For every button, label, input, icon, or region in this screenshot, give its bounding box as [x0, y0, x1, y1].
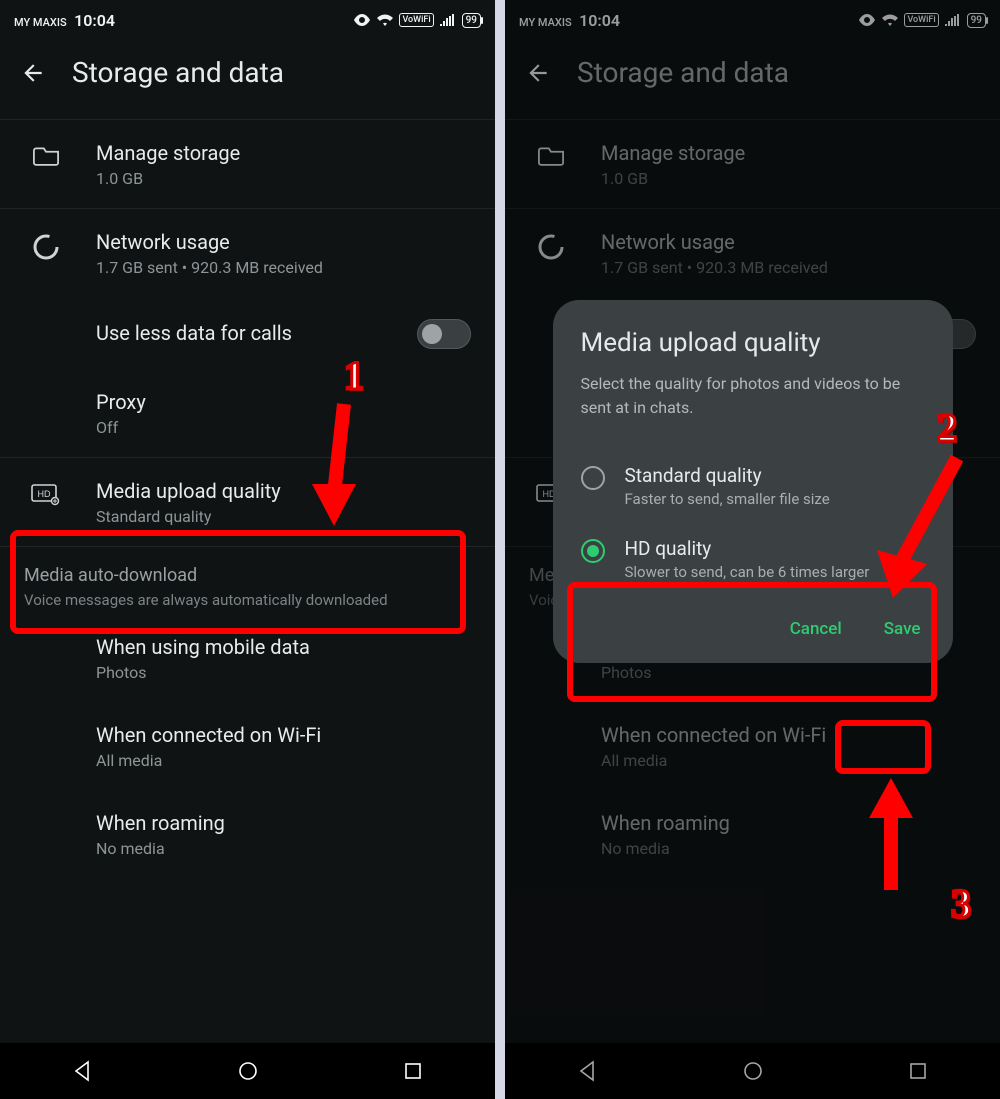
- manage-storage-title: Manage storage: [96, 140, 471, 167]
- roaming-title: When roaming: [96, 810, 471, 837]
- status-bar: MY MAXIS 10:04 VoWiFi 99: [0, 0, 495, 40]
- wifi-sub: All media: [96, 751, 471, 770]
- vowifi-badge: VoWiFi: [399, 13, 433, 27]
- phone-left: MY MAXIS 10:04 VoWiFi 99 Storage and dat…: [0, 0, 495, 1099]
- data-usage-icon: [24, 229, 68, 261]
- manage-storage-sub: 1.0 GB: [96, 169, 471, 188]
- media-quality-dialog: Media upload quality Select the quality …: [553, 300, 953, 663]
- folder-icon: [24, 140, 68, 166]
- proxy-sub: Off: [96, 418, 471, 437]
- wifi-icon: [377, 14, 393, 26]
- wifi-title: When connected on Wi-Fi: [96, 722, 471, 749]
- carrier-label: MY MAXIS: [14, 16, 67, 29]
- hd-icon: HD: [24, 478, 68, 506]
- proxy-row[interactable]: Proxy Off: [0, 369, 495, 457]
- radio-checked-icon: [581, 539, 605, 563]
- phone-right: MY MAXIS 10:04 VoWiFi 99 Storage and dat…: [505, 0, 1000, 1099]
- app-header: Storage and data: [0, 40, 495, 119]
- eye-icon: [353, 14, 371, 26]
- media-upload-sub: Standard quality: [96, 507, 471, 526]
- android-navbar: [0, 1043, 495, 1099]
- radio-unchecked-icon: [581, 466, 605, 490]
- dialog-desc: Select the quality for photos and videos…: [581, 372, 925, 420]
- network-usage-row[interactable]: Network usage 1.7 GB sent • 920.3 MB rec…: [0, 209, 495, 297]
- dialog-title: Media upload quality: [581, 328, 925, 358]
- signal-icon: [440, 14, 456, 26]
- media-upload-title: Media upload quality: [96, 478, 471, 505]
- mobile-data-sub: Photos: [96, 663, 471, 682]
- option-hd-title: HD quality: [625, 537, 870, 560]
- mobile-data-row[interactable]: When using mobile data Photos: [0, 614, 495, 702]
- network-usage-title: Network usage: [96, 229, 471, 256]
- nav-back-button[interactable]: [72, 1060, 94, 1082]
- less-data-title: Use less data for calls: [96, 320, 389, 347]
- roaming-row[interactable]: When roaming No media: [0, 790, 495, 878]
- auto-download-section: Media auto-download Voice messages are a…: [0, 547, 495, 614]
- clock: 10:04: [74, 11, 115, 30]
- option-standard-sub: Faster to send, smaller file size: [625, 489, 830, 509]
- wifi-row[interactable]: When connected on Wi-Fi All media: [0, 702, 495, 790]
- nav-home-button[interactable]: [237, 1060, 259, 1082]
- media-upload-row[interactable]: HD Media upload quality Standard quality: [0, 458, 495, 546]
- auto-download-sub: Voice messages are always automatically …: [24, 590, 471, 610]
- less-data-row[interactable]: Use less data for calls: [0, 297, 495, 369]
- proxy-title: Proxy: [96, 389, 471, 416]
- save-button[interactable]: Save: [880, 613, 925, 645]
- option-standard-title: Standard quality: [625, 464, 830, 487]
- mobile-data-title: When using mobile data: [96, 634, 471, 661]
- svg-text:HD: HD: [38, 489, 51, 499]
- option-hd[interactable]: HD quality Slower to send, can be 6 time…: [581, 523, 925, 596]
- option-hd-sub: Slower to send, can be 6 times larger: [625, 562, 870, 582]
- page-title: Storage and data: [72, 56, 284, 89]
- less-data-toggle[interactable]: [417, 319, 471, 349]
- manage-storage-row[interactable]: Manage storage 1.0 GB: [0, 120, 495, 208]
- network-usage-sub: 1.7 GB sent • 920.3 MB received: [96, 258, 471, 277]
- option-standard[interactable]: Standard quality Faster to send, smaller…: [581, 450, 925, 523]
- back-button[interactable]: [20, 60, 46, 86]
- battery-badge: 99: [462, 13, 481, 28]
- cancel-button[interactable]: Cancel: [786, 613, 846, 645]
- nav-recent-button[interactable]: [403, 1061, 423, 1081]
- roaming-sub: No media: [96, 839, 471, 858]
- auto-download-head: Media auto-download: [24, 565, 471, 586]
